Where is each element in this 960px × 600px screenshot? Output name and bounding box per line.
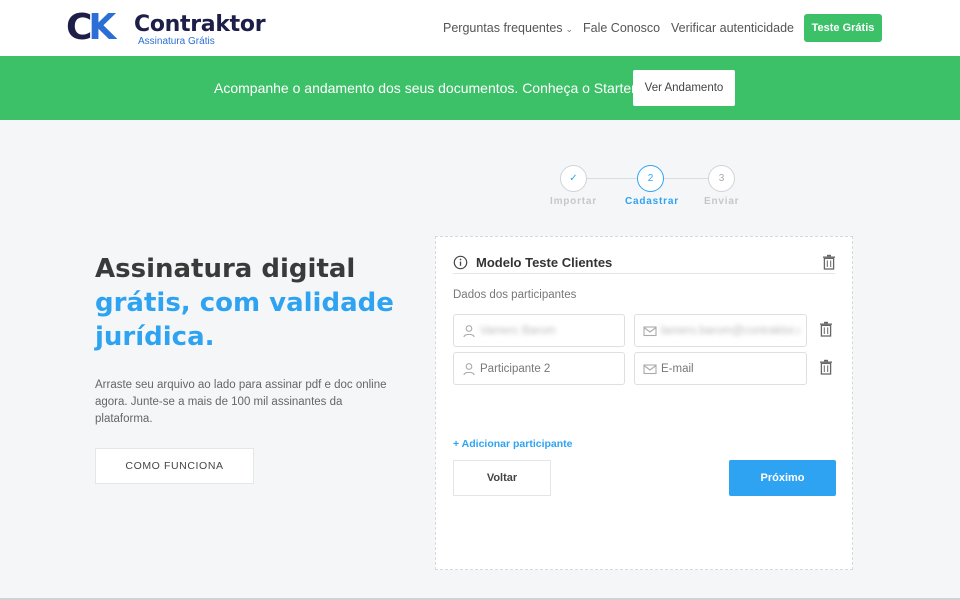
participant-2-email-input[interactable] <box>661 354 800 383</box>
delete-participant-1-trash-icon[interactable] <box>819 321 833 337</box>
chevron-down-icon: ⌄ <box>565 24 574 34</box>
mail-icon <box>643 364 657 375</box>
logo-mark: CK <box>66 7 116 48</box>
participants-card <box>435 236 853 570</box>
logo-tagline: Assinatura Grátis <box>138 36 215 47</box>
info-icon[interactable] <box>453 255 468 270</box>
user-icon <box>463 363 475 376</box>
delete-document-trash-icon[interactable] <box>822 254 836 270</box>
banner-text: Acompanhe o andamento dos seus documento… <box>214 80 639 96</box>
stepper-connector <box>587 178 638 179</box>
stepper-connector <box>664 178 708 179</box>
step-3-label: Enviar <box>704 196 740 207</box>
next-button[interactable]: Próximo <box>729 460 836 496</box>
participant-1-email-input[interactable] <box>661 316 800 345</box>
participant-2-name-input[interactable] <box>480 354 618 383</box>
logo-name: Contraktor <box>134 12 266 37</box>
promo-banner: Acompanhe o andamento dos seus documento… <box>0 56 960 120</box>
title-underline <box>453 273 835 274</box>
step-3-circle: 3 <box>708 165 735 192</box>
participant-2-name-field[interactable] <box>453 352 625 385</box>
nav-verify-authenticity[interactable]: Verificar autenticidade <box>671 0 794 56</box>
user-icon <box>463 325 475 338</box>
add-participant-link[interactable]: + Adicionar participante <box>453 438 573 450</box>
contraktor-logo[interactable]: CK Contraktor Assinatura Grátis <box>66 10 266 48</box>
document-title[interactable]: Modelo Teste Clientes <box>476 255 612 270</box>
hero-description: Arraste seu arquivo ao lado para assinar… <box>95 379 387 425</box>
participants-section-label: Dados dos participantes <box>453 289 577 301</box>
participant-1-name-input[interactable] <box>480 316 618 345</box>
nav-contact[interactable]: Fale Conosco <box>583 0 660 56</box>
participant-1-name-field[interactable] <box>453 314 625 347</box>
hero-title: Assinatura digital grátis, com validade … <box>95 254 394 352</box>
step-1-check-icon: ✓ <box>560 165 587 192</box>
step-2-label: Cadastrar <box>625 196 679 207</box>
how-it-works-button[interactable]: COMO FUNCIONA <box>95 448 254 484</box>
step-2-circle: 2 <box>637 165 664 192</box>
back-button[interactable]: Voltar <box>453 460 551 496</box>
free-trial-button[interactable]: Teste Grátis <box>804 14 882 42</box>
view-progress-button[interactable]: Ver Andamento <box>633 70 735 106</box>
top-header: CK Contraktor Assinatura Grátis Pergunta… <box>0 0 960 56</box>
participant-1-email-field[interactable] <box>634 314 807 347</box>
participant-2-email-field[interactable] <box>634 352 807 385</box>
step-1-label: Importar <box>550 196 597 207</box>
nav-faq[interactable]: Perguntas frequentes ⌄ <box>443 0 573 56</box>
delete-participant-2-trash-icon[interactable] <box>819 359 833 375</box>
mail-icon <box>643 326 657 337</box>
